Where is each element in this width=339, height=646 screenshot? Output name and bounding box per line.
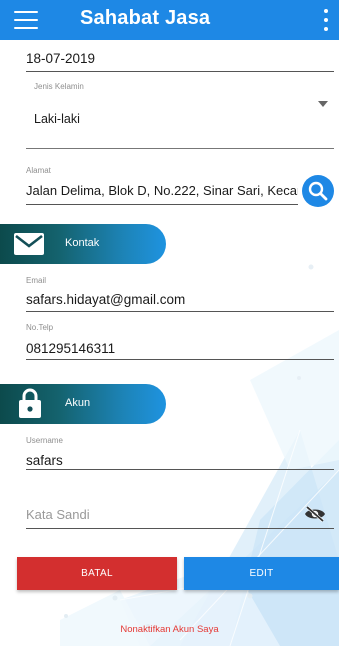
envelope-icon [14, 233, 44, 255]
username-label: Username [26, 436, 63, 445]
username-field[interactable]: Username safars [26, 436, 334, 472]
dropdown-arrow-icon[interactable] [318, 101, 328, 107]
email-field[interactable]: Email safars.hidayat@gmail.com [26, 276, 334, 314]
address-field[interactable]: Alamat Jalan Delima, Blok D, No.222, Sin… [26, 166, 298, 206]
birth-date-field[interactable]: 18-07-2019 [26, 51, 334, 75]
phone-value: 081295146311 [26, 341, 116, 356]
eye-off-icon[interactable] [304, 506, 326, 522]
search-location-button[interactable] [302, 175, 334, 207]
gender-underline [26, 148, 334, 149]
address-value: Jalan Delima, Blok D, No.222, Sinar Sari… [26, 183, 298, 198]
deactivate-account-link[interactable]: Nonaktifkan Akun Saya [0, 624, 339, 635]
lock-icon [19, 388, 41, 418]
edit-button[interactable]: EDIT [184, 557, 339, 590]
gender-value: Laki-laki [34, 112, 80, 126]
phone-underline [26, 359, 334, 360]
contact-section-title: Kontak [65, 237, 100, 249]
address-underline [26, 204, 298, 205]
phone-field[interactable]: No.Telp 081295146311 [26, 323, 334, 361]
password-field[interactable]: Kata Sandi [26, 506, 334, 530]
gender-label: Jenis Kelamin [34, 82, 84, 91]
username-underline [26, 469, 334, 470]
password-underline [26, 528, 334, 529]
contact-section-header: Kontak [0, 224, 166, 264]
app-bar: Sahabat Jasa [0, 0, 339, 40]
app-title: Sahabat Jasa [80, 7, 211, 29]
cancel-button[interactable]: BATAL [17, 557, 177, 590]
password-placeholder: Kata Sandi [26, 507, 90, 522]
birth-date-underline [26, 71, 334, 72]
more-vertical-icon[interactable] [323, 9, 329, 31]
phone-label: No.Telp [26, 323, 54, 332]
email-value: safars.hidayat@gmail.com [26, 292, 186, 307]
username-value: safars [26, 453, 63, 468]
address-label: Alamat [26, 166, 51, 175]
hamburger-menu-icon[interactable] [14, 8, 38, 32]
gender-dropdown[interactable]: Jenis Kelamin Laki-laki [26, 82, 334, 150]
account-section-title: Akun [65, 397, 91, 409]
birth-date-value: 18-07-2019 [26, 51, 96, 66]
search-icon [308, 181, 328, 201]
account-section-header: Akun [0, 384, 166, 424]
email-label: Email [26, 276, 47, 285]
email-underline [26, 311, 334, 312]
